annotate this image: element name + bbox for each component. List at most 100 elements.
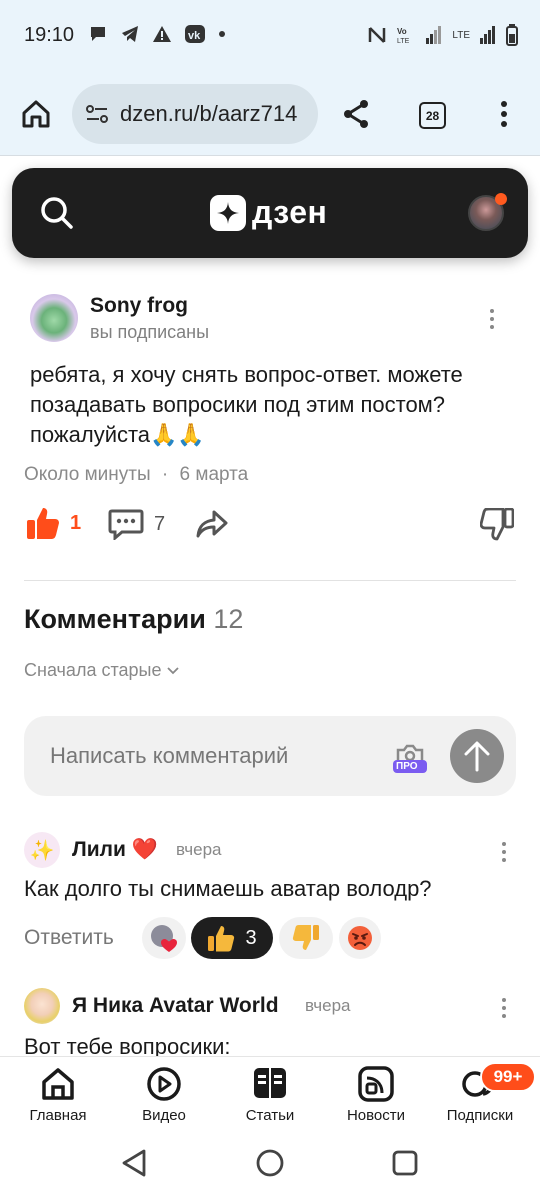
telegram-icon xyxy=(122,26,138,42)
signal-2-icon xyxy=(480,26,495,44)
system-icons: Vo LTE LTE xyxy=(368,24,518,46)
recents-icon[interactable] xyxy=(392,1150,418,1176)
nav-video[interactable]: Видео xyxy=(114,1065,214,1124)
warning-icon xyxy=(153,26,171,42)
thumbs-down-emoji-icon xyxy=(292,925,319,950)
comments-title: Комментарии 12 xyxy=(24,604,243,635)
bottom-navigation: Главная Видео Статьи Новости Подписки xyxy=(0,1056,540,1132)
signal-icon xyxy=(426,26,442,44)
svg-text:Vo: Vo xyxy=(397,27,407,36)
thumbs-down-icon[interactable] xyxy=(480,508,514,542)
nav-label: Главная xyxy=(29,1107,87,1124)
post-author[interactable]: Sony frog xyxy=(90,294,188,318)
svg-text:vk: vk xyxy=(188,30,201,42)
send-button[interactable] xyxy=(450,729,504,783)
reply-button[interactable]: Ответить xyxy=(24,926,114,950)
nav-home[interactable]: Главная xyxy=(8,1065,108,1124)
subscriptions-badge: 99+ xyxy=(480,1062,536,1092)
post-menu-icon[interactable] xyxy=(489,309,495,329)
meta-separator: · xyxy=(161,464,169,485)
notification-dot xyxy=(495,193,507,205)
comments-title-text: Комментарии xyxy=(24,604,206,634)
home-icon xyxy=(42,1068,74,1100)
status-time: 19:10 xyxy=(24,24,75,46)
more-dot-icon xyxy=(219,31,225,37)
pro-camera-icon[interactable]: ПРО xyxy=(392,740,428,774)
network-type: LTE xyxy=(452,29,470,41)
post-time: Около минуты xyxy=(24,464,151,485)
arrow-up-icon xyxy=(464,741,490,772)
nav-label: Статьи xyxy=(245,1107,295,1124)
browser-toolbar: dzen.ru/b/aarz714 28 xyxy=(0,72,540,156)
battery-icon xyxy=(506,24,518,46)
browser-menu-icon[interactable] xyxy=(500,100,508,128)
dzen-logo[interactable]: дзен xyxy=(210,194,327,231)
site-settings-icon[interactable] xyxy=(86,104,108,124)
news-icon xyxy=(358,1066,394,1102)
comment-menu-icon[interactable] xyxy=(501,998,507,1018)
commenter-avatar[interactable] xyxy=(24,988,60,1024)
sort-dropdown[interactable]: Сначала старые xyxy=(24,660,180,681)
comments-count: 7 xyxy=(154,512,166,535)
tabs-button[interactable]: 28 xyxy=(419,102,446,129)
search-icon[interactable] xyxy=(40,196,74,230)
angry-face-icon xyxy=(348,926,372,950)
comment-author[interactable]: Лили ❤️ xyxy=(72,838,158,862)
reaction-thumbs-up[interactable]: 3 xyxy=(191,917,273,959)
dzen-header: дзен xyxy=(12,168,528,258)
system-navigation xyxy=(0,1132,540,1200)
comment-time: вчера xyxy=(176,840,222,859)
comment-time: вчера xyxy=(305,996,351,1015)
articles-icon xyxy=(254,1068,286,1098)
like-count: 1 xyxy=(70,511,82,534)
status-bar: 19:10 vk Vo LTE LTE xyxy=(0,0,540,72)
chevron-down-icon xyxy=(167,666,180,674)
comments-button[interactable]: 7 xyxy=(108,508,165,540)
share-icon[interactable] xyxy=(340,98,372,130)
reaction-angry[interactable] xyxy=(339,917,381,959)
thumbs-up-emoji-icon xyxy=(208,926,235,952)
post-date: 6 марта xyxy=(179,464,249,485)
url-text: dzen.ru/b/aarz714 xyxy=(120,101,298,126)
nav-label: Новости xyxy=(346,1107,406,1124)
pro-label: ПРО xyxy=(396,761,418,772)
comment-icon xyxy=(108,509,144,540)
address-bar[interactable]: dzen.ru/b/aarz714 xyxy=(72,84,318,144)
thumbs-up-icon xyxy=(27,508,59,539)
comment-author[interactable]: Я Ника Avatar World xyxy=(72,994,279,1018)
reaction-heart-avatar[interactable] xyxy=(142,917,186,959)
reaction-thumbs-down[interactable] xyxy=(279,917,333,959)
nav-articles[interactable]: Статьи xyxy=(220,1065,320,1124)
comments-total: 12 xyxy=(213,604,244,634)
comment-placeholder: Написать комментарий xyxy=(50,743,289,768)
nfc-icon xyxy=(369,27,386,43)
commenter-avatar[interactable]: ✨ xyxy=(24,832,60,868)
sort-label: Сначала старые xyxy=(24,660,162,680)
video-play-icon xyxy=(147,1067,181,1101)
volte-icon: Vo LTE xyxy=(397,27,410,45)
home-icon[interactable] xyxy=(20,98,52,130)
share-post-icon[interactable] xyxy=(196,508,228,540)
dzen-logo-text: дзен xyxy=(252,194,328,230)
author-avatar[interactable] xyxy=(30,294,78,342)
chat-bubble-icon xyxy=(91,27,105,41)
comment-menu-icon[interactable] xyxy=(501,842,507,862)
comment-text: Как долго ты снимаешь аватар володр? xyxy=(24,876,432,901)
notification-icons: vk xyxy=(88,24,226,44)
svg-text:LTE: LTE xyxy=(397,38,410,45)
back-icon[interactable] xyxy=(120,1148,148,1178)
vk-icon: vk xyxy=(185,25,205,43)
home-circle-icon[interactable] xyxy=(256,1149,284,1177)
comment-input[interactable]: Написать комментарий ПРО xyxy=(24,716,516,796)
thumbs-up-count: 3 xyxy=(245,926,257,949)
like-button[interactable]: 1 xyxy=(26,506,81,540)
nav-news[interactable]: Новости xyxy=(326,1065,426,1124)
divider xyxy=(24,580,516,581)
nav-label: Подписки xyxy=(446,1107,514,1124)
heart-icon xyxy=(151,925,177,952)
subscription-status: вы подписаны xyxy=(90,322,210,342)
nav-label: Видео xyxy=(142,1107,186,1124)
post-text: ребята, я хочу снять вопрос-ответ. может… xyxy=(30,362,463,447)
dzen-star-icon xyxy=(210,194,246,231)
post-meta: Около минуты · 6 марта xyxy=(24,464,248,486)
